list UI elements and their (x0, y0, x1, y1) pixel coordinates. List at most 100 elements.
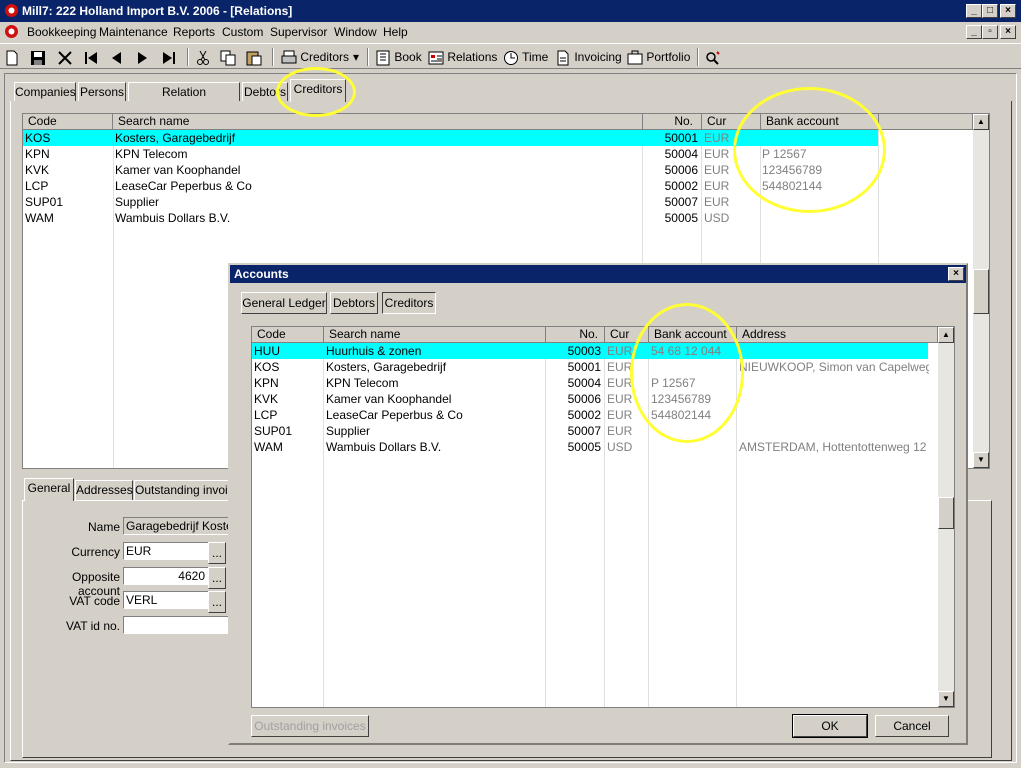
portfolio-button[interactable]: Portfolio (627, 47, 690, 67)
dlg-col-header-code[interactable]: Code (252, 327, 324, 343)
account-row[interactable]: WAM Wambuis Dollars B.V. 50005 USD AMSTERDAM… (252, 439, 928, 455)
tab-outstanding-invoices[interactable]: Outstanding invoic (134, 480, 230, 500)
creditor-cell-search: KPN Telecom (115, 147, 188, 161)
account-cell-code: KOS (254, 360, 280, 374)
dlg-col-header-address[interactable]: Address (737, 327, 938, 343)
menu-maintenance[interactable]: Maintenance (99, 25, 168, 39)
tab-creditors[interactable]: Creditors (290, 79, 346, 102)
tab-companies[interactable]: Companies (14, 82, 76, 102)
mdi-minimize-button[interactable]: _ (966, 25, 982, 39)
col-header-code[interactable]: Code (23, 114, 113, 130)
dlg-col-header-search-name[interactable]: Search name (324, 327, 546, 343)
account-row[interactable]: SUP01 Supplier 50007 EUR (252, 423, 928, 439)
tab-general-ledger[interactable]: General Ledger (241, 292, 327, 314)
relations-icon (428, 51, 444, 65)
first-record-icon[interactable] (84, 47, 98, 67)
col-header-cur[interactable]: Cur (702, 114, 761, 130)
account-cell-no: 50005 (567, 440, 601, 454)
close-button[interactable]: × (1000, 4, 1016, 18)
currency-field[interactable]: EUR (123, 542, 209, 560)
opposite-account-lookup-button[interactable]: ... (208, 567, 226, 589)
cut-icon[interactable] (196, 47, 210, 67)
dlg-col-header-no[interactable]: No. (546, 327, 605, 343)
account-cell-address (739, 407, 929, 423)
creditor-row[interactable]: KPN KPN Telecom 50004 EUR P 12567 (23, 146, 878, 162)
vat-code-field[interactable]: VERL (123, 591, 209, 609)
tab-dialog-creditors[interactable]: Creditors (382, 292, 436, 314)
tab-dialog-debtors[interactable]: Debtors (330, 292, 378, 314)
time-button[interactable]: Time (503, 47, 548, 67)
creditor-cell-cur: EUR (704, 163, 730, 177)
dialog-scrollbar-thumb[interactable] (938, 497, 954, 529)
account-row[interactable]: KPN KPN Telecom 50004 EUR P 12567 (252, 375, 928, 391)
menu-window[interactable]: Window (334, 25, 377, 39)
search-icon[interactable] (705, 47, 721, 67)
account-row[interactable]: KVK Kamer van Koophandel 50006 EUR 123456789 (252, 391, 928, 407)
save-icon[interactable] (30, 47, 46, 67)
tab-persons[interactable]: Persons (78, 82, 126, 102)
mdi-restore-button[interactable]: ▫ (982, 25, 998, 39)
paste-icon[interactable] (246, 47, 262, 67)
portfolio-label: Portfolio (646, 50, 691, 64)
col-header-bank-account[interactable]: Bank account (761, 114, 879, 130)
tab-general[interactable]: General (24, 478, 74, 501)
dialog-close-button[interactable]: × (948, 267, 964, 281)
col-header-no[interactable]: No. (643, 114, 702, 130)
last-record-icon[interactable] (162, 47, 176, 67)
menu-custom[interactable]: Custom (222, 25, 263, 39)
copy-icon[interactable] (220, 47, 236, 67)
opposite-account-field[interactable]: 4620 (123, 567, 209, 585)
minimize-button[interactable]: _ (966, 4, 982, 18)
mdi-close-button[interactable]: × (1000, 25, 1016, 39)
creditors-button[interactable]: Creditors (281, 47, 349, 67)
creditor-row[interactable]: KVK Kamer van Koophandel 50006 EUR 123456789 (23, 162, 878, 178)
dialog-grid-scrollbar[interactable]: ▲ ▼ (938, 327, 954, 707)
col-header-search-name[interactable]: Search name (113, 114, 643, 130)
outstanding-invoices-button[interactable]: Outstanding invoices (251, 715, 369, 737)
account-cell-no: 50002 (567, 408, 601, 422)
book-button[interactable]: Book (375, 47, 422, 67)
account-row[interactable]: KOS Kosters, Garagebedrijf 50001 EUR NIEUWKO… (252, 359, 929, 375)
mdi-child-icon[interactable] (4, 24, 19, 39)
scrollbar-thumb[interactable] (973, 269, 989, 314)
previous-record-icon[interactable] (110, 47, 122, 67)
tab-addresses[interactable]: Addresses (75, 480, 133, 500)
chevron-down-icon[interactable]: ▾ (353, 47, 359, 67)
dlg-col-header-bank-account[interactable]: Bank account (649, 327, 737, 343)
creditor-row[interactable]: WAM Wambuis Dollars B.V. 50005 USD (23, 210, 878, 226)
invoicing-button[interactable]: Invoicing (555, 47, 622, 67)
invoicing-label: Invoicing (574, 50, 622, 64)
account-cell-cur: USD (607, 440, 633, 454)
vat-id-field[interactable] (123, 616, 230, 634)
maximize-button[interactable]: □ (982, 4, 998, 18)
creditor-row[interactable]: SUP01 Supplier 50007 EUR (23, 194, 878, 210)
creditor-row[interactable]: KOS Kosters, Garagebedrijf 50001 EUR (23, 130, 878, 146)
vat-code-lookup-button[interactable]: ... (208, 591, 226, 613)
dlg-col-header-cur[interactable]: Cur (605, 327, 649, 343)
toolbar: Creditors ▾ Book Relations Time Invoicin… (0, 43, 1021, 69)
account-row[interactable]: LCP LeaseCar Peperbus & Co 50002 EUR 5448021… (252, 407, 928, 423)
currency-lookup-button[interactable]: ... (208, 542, 226, 564)
tab-debtors[interactable]: Debtors (242, 82, 288, 102)
name-field[interactable]: Garagebedrijf Kosters (123, 517, 230, 535)
menu-help[interactable]: Help (383, 25, 408, 39)
menu-bookkeeping[interactable]: Bookkeeping (27, 25, 96, 39)
menu-supervisor[interactable]: Supervisor (270, 25, 327, 39)
next-record-icon[interactable] (137, 47, 149, 67)
creditor-cell-bank (762, 130, 876, 146)
menu-reports[interactable]: Reports (173, 25, 215, 39)
book-icon (376, 50, 390, 66)
account-cell-search: KPN Telecom (326, 376, 399, 390)
tab-relation-management[interactable]: Relation management (128, 82, 240, 117)
account-cell-address (739, 423, 929, 439)
creditor-row[interactable]: LCP LeaseCar Peperbus & Co 50002 EUR 5448021… (23, 178, 878, 194)
dialog-title: Accounts (234, 267, 289, 281)
new-icon[interactable] (6, 47, 18, 67)
relations-label: Relations (447, 50, 498, 64)
relations-button[interactable]: Relations (428, 47, 497, 67)
grid-scrollbar[interactable]: ▲ ▼ (973, 114, 989, 468)
cancel-button[interactable]: Cancel (875, 715, 949, 737)
ok-button[interactable]: OK (792, 714, 868, 738)
delete-icon[interactable] (57, 47, 73, 67)
account-row[interactable]: HUU Huurhuis & zonen 50003 EUR 54 68 12 044 (252, 343, 928, 359)
